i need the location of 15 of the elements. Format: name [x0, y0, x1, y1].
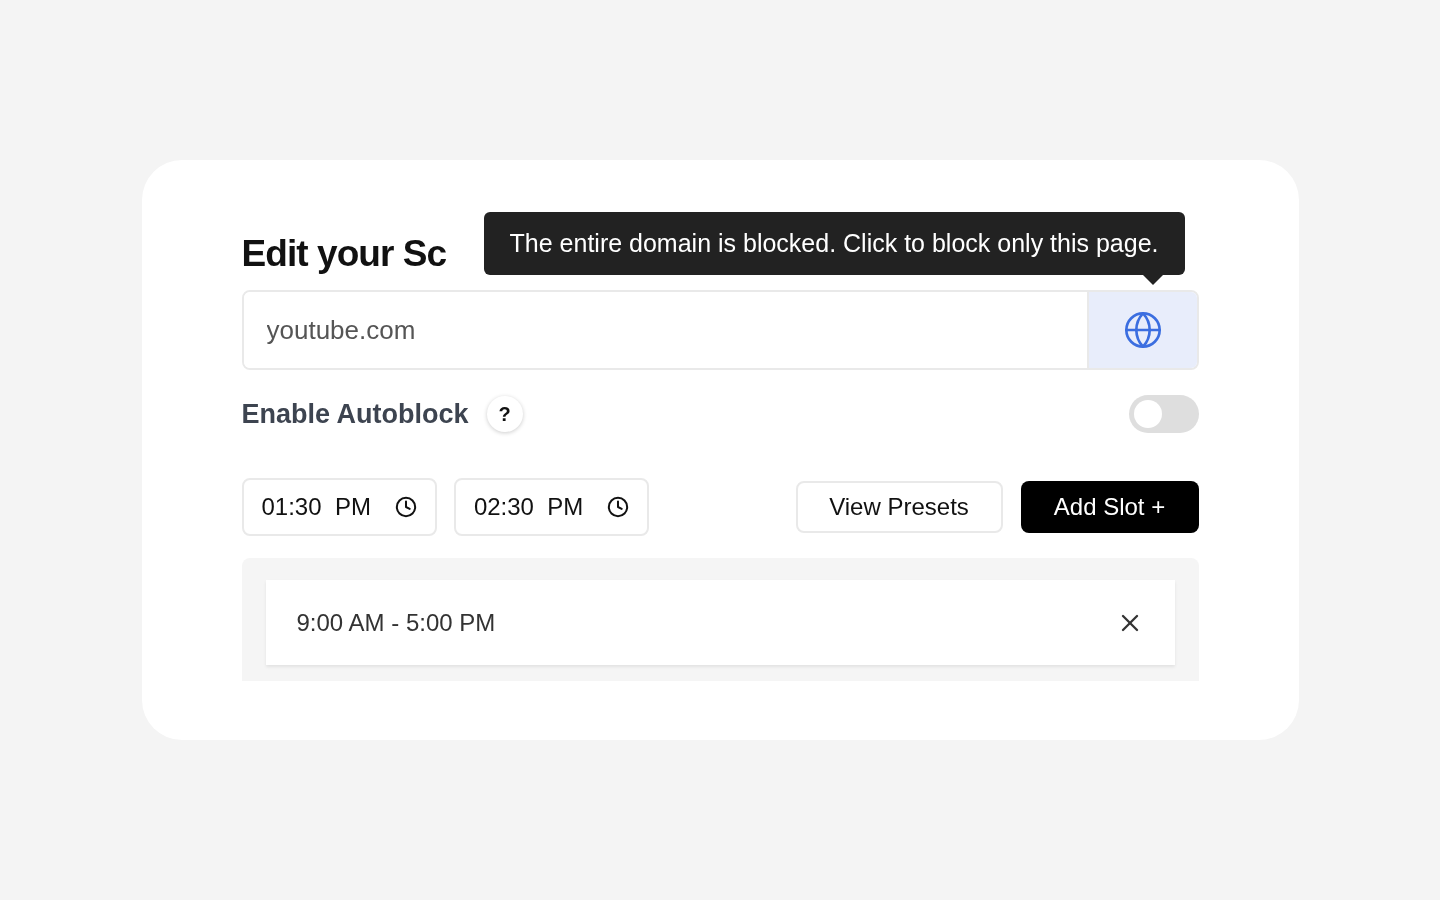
domain-field[interactable]: youtube.com: [241, 290, 1199, 370]
slot-time: 9:00 AM - 5:00 PM: [296, 607, 496, 638]
globe-icon: [1122, 310, 1163, 350]
autoblock-toggle[interactable]: [1128, 395, 1199, 433]
help-button[interactable]: ?: [486, 396, 523, 432]
page-title: Edit your Sc: [241, 232, 447, 276]
domain-scope-button[interactable]: [1086, 292, 1197, 368]
add-slot-button[interactable]: Add Slot +: [1020, 481, 1199, 533]
clock-icon: [394, 496, 417, 518]
time-field[interactable]: 02:30 PM: [453, 478, 650, 536]
autoblock-label: Enable Autoblock: [241, 397, 469, 431]
view-presets-button[interactable]: View Presets: [795, 481, 1003, 533]
tooltip: The entire domain is blocked. Click to block only this page.: [483, 212, 1185, 275]
clock-icon: [607, 496, 630, 518]
time-field[interactable]: 01:30 PM: [241, 478, 437, 536]
